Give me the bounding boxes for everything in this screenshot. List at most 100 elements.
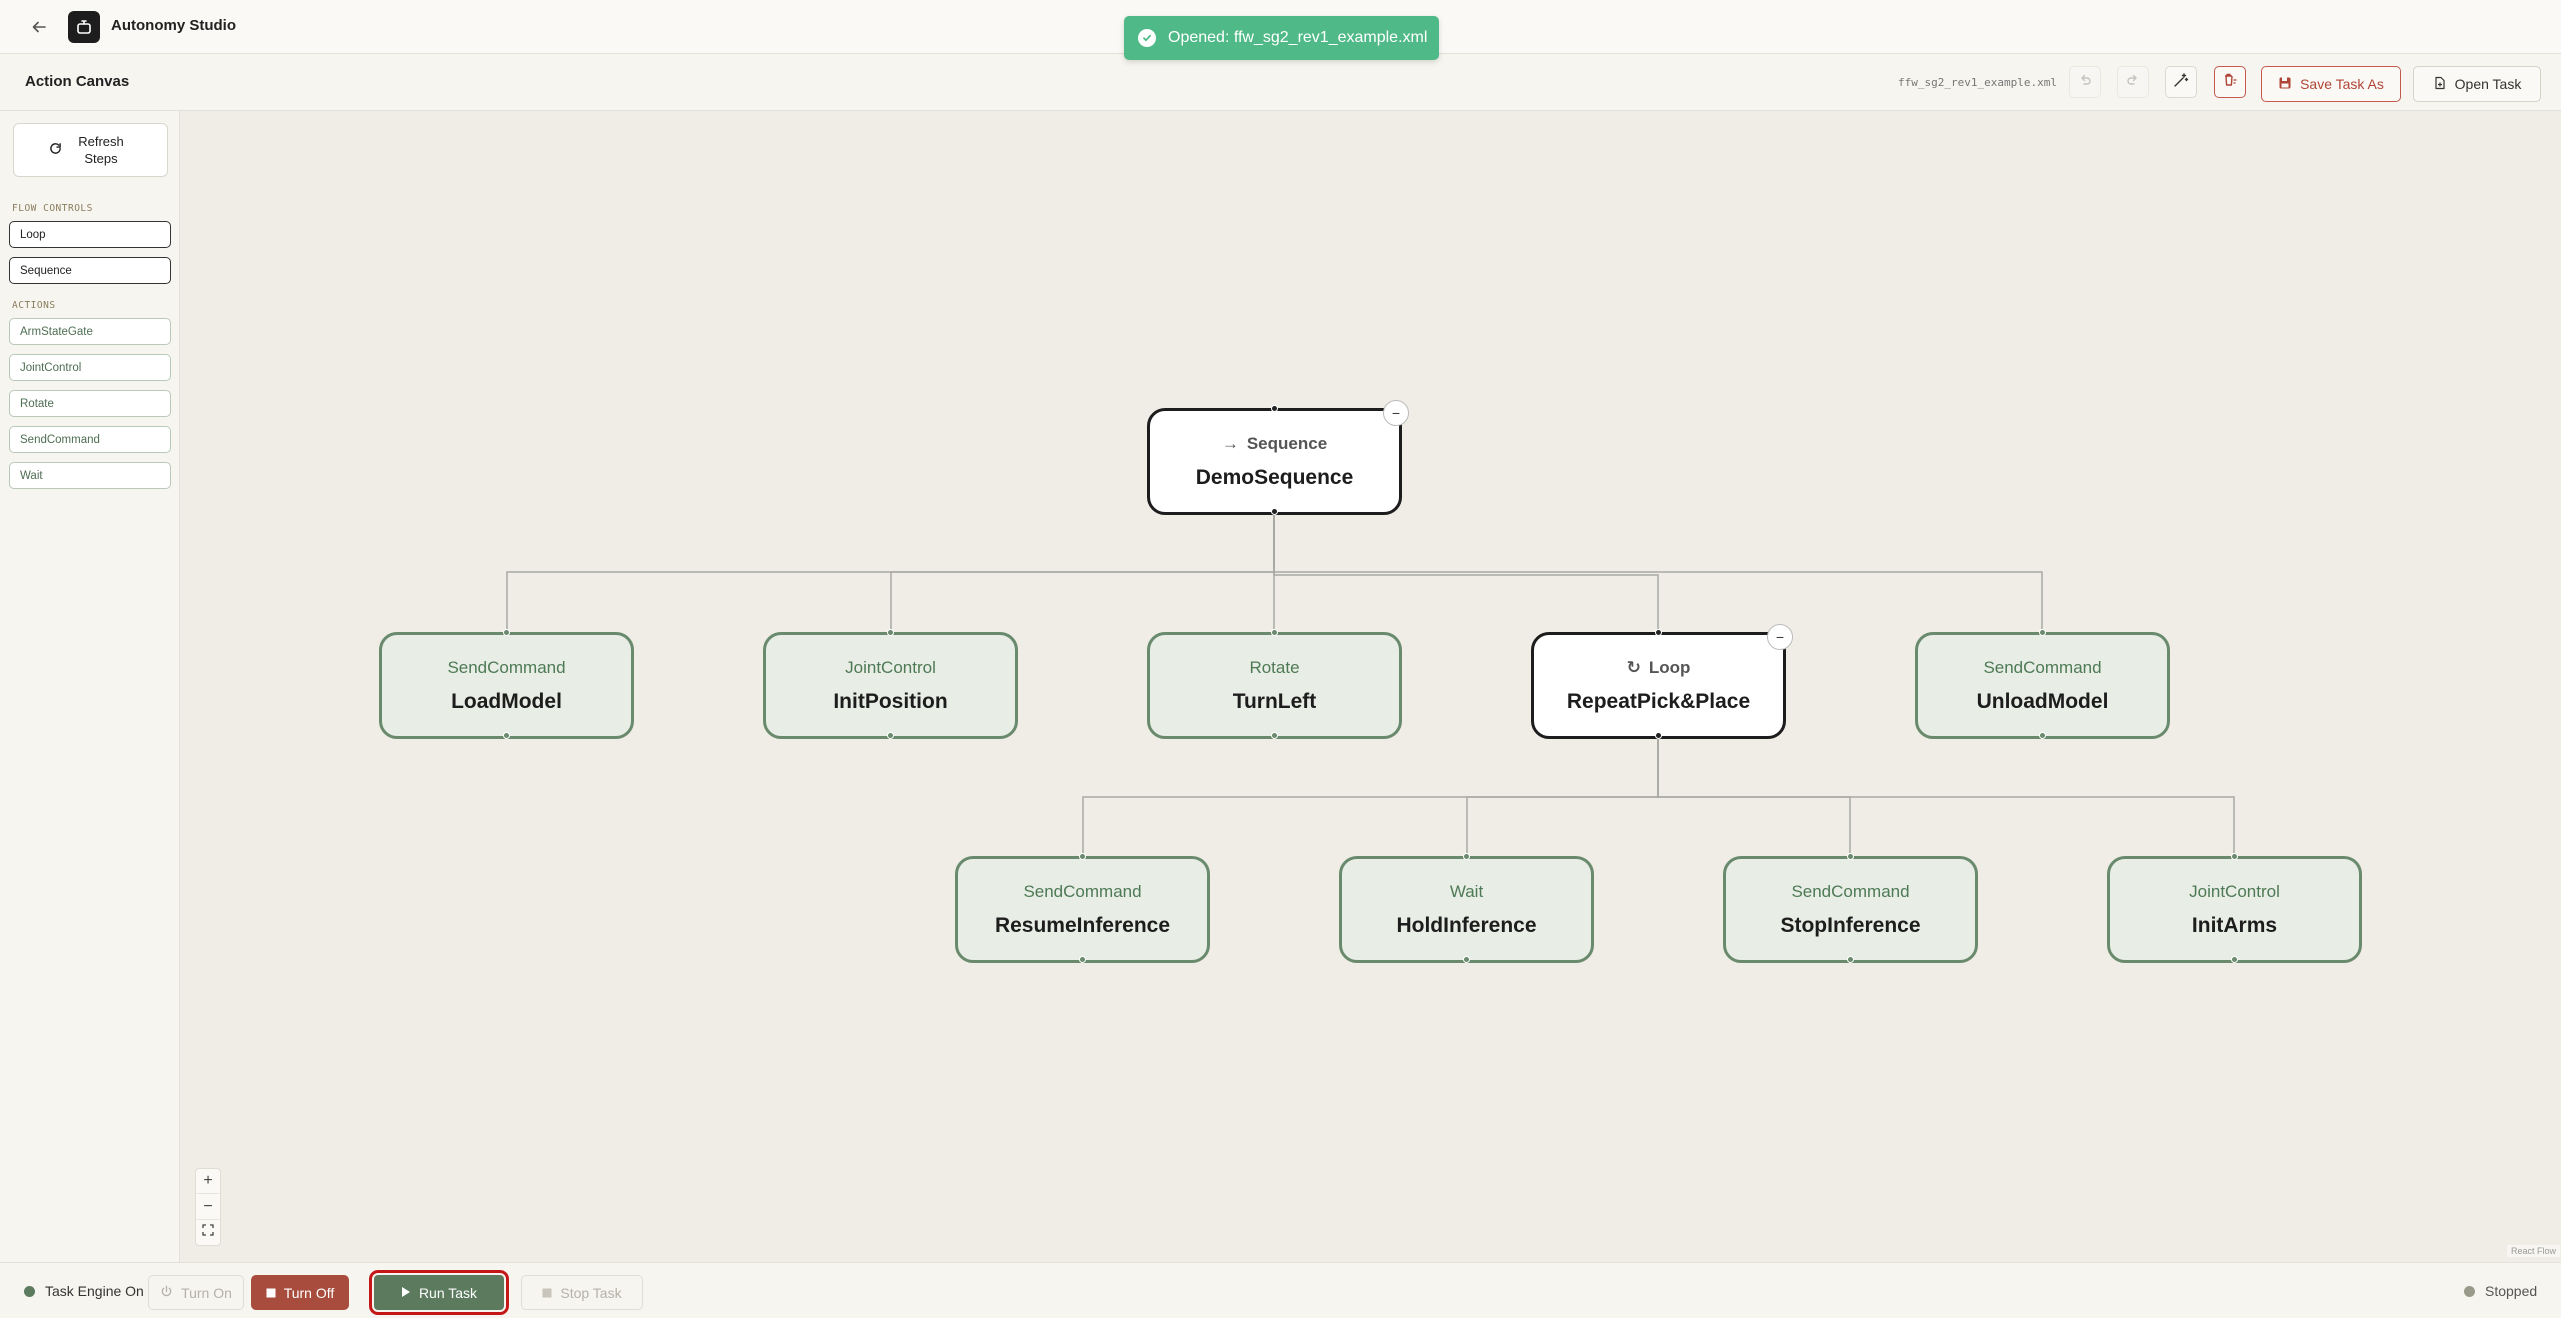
target-handle[interactable] xyxy=(1655,629,1662,636)
palette-item-loop[interactable]: Loop xyxy=(9,221,171,248)
node-name: HoldInference xyxy=(1396,913,1537,937)
target-handle[interactable] xyxy=(1847,853,1854,860)
source-handle[interactable] xyxy=(1271,732,1278,739)
node-type-label: SendCommand xyxy=(1023,881,1142,901)
palette-item-jointcontrol[interactable]: JointControl xyxy=(9,354,171,381)
source-handle[interactable] xyxy=(1847,956,1854,963)
toast-message: Opened: ffw_sg2_rev1_example.xml xyxy=(1168,29,1428,46)
clear-canvas-button[interactable] xyxy=(2214,66,2246,98)
run-task-button[interactable]: Run Task xyxy=(369,1270,509,1315)
node-resumeinference[interactable]: SendCommand ResumeInference xyxy=(955,853,1210,963)
node-turnleft[interactable]: Rotate TurnLeft xyxy=(1147,629,1402,739)
node-name: StopInference xyxy=(1780,913,1921,937)
react-flow-attribution[interactable]: React Flow xyxy=(2507,1245,2561,1257)
app-title: Autonomy Studio xyxy=(111,17,236,34)
node-name: TurnLeft xyxy=(1232,689,1317,713)
target-handle[interactable] xyxy=(1271,405,1278,412)
engine-status-label: Task Engine On xyxy=(45,1283,144,1299)
target-handle[interactable] xyxy=(2039,629,2046,636)
node-type-label: SendCommand xyxy=(447,657,566,677)
refresh-steps-label: Refresh Steps xyxy=(78,134,124,166)
collapse-button[interactable]: − xyxy=(1767,624,1793,650)
redo-icon xyxy=(2126,73,2140,92)
stop-square-icon xyxy=(542,1285,552,1301)
toast-notification: Opened: ffw_sg2_rev1_example.xml xyxy=(1124,16,1439,60)
source-handle[interactable] xyxy=(1463,956,1470,963)
source-handle[interactable] xyxy=(1079,956,1086,963)
zoom-in-button[interactable]: + xyxy=(196,1169,220,1195)
canvas-header: Action Canvas ffw_sg2_rev1_example.xml S… xyxy=(0,54,2561,111)
node-type-label: SendCommand xyxy=(1983,657,2102,677)
target-handle[interactable] xyxy=(1271,629,1278,636)
target-handle[interactable] xyxy=(503,629,510,636)
actions-heading: ACTIONS xyxy=(12,300,56,311)
back-arrow-icon[interactable] xyxy=(28,16,50,38)
node-type-label: Sequence xyxy=(1246,433,1328,453)
node-type-label: SendCommand xyxy=(1791,881,1910,901)
check-circle-icon xyxy=(1138,29,1156,47)
node-stopinference[interactable]: SendCommand StopInference xyxy=(1723,853,1978,963)
run-task-label: Run Task xyxy=(418,1284,478,1301)
arrow-right-icon: → xyxy=(1221,433,1239,453)
palette-item-armstategate[interactable]: ArmStateGate xyxy=(9,318,171,345)
refresh-icon xyxy=(49,142,62,158)
open-task-label: Open Task xyxy=(2454,76,2522,92)
turn-on-label: Turn On xyxy=(181,1284,232,1301)
refresh-steps-button[interactable]: Refresh Steps xyxy=(13,123,168,177)
zoom-controls: + − xyxy=(195,1168,221,1246)
node-name: InitPosition xyxy=(833,689,948,713)
play-icon xyxy=(401,1285,411,1301)
turn-on-button[interactable]: Turn On xyxy=(148,1275,244,1310)
zoom-out-button[interactable]: − xyxy=(196,1194,220,1220)
target-handle[interactable] xyxy=(2231,853,2238,860)
node-demosequence[interactable]: → Sequence DemoSequence − xyxy=(1147,400,1409,515)
robot-logo-icon xyxy=(68,11,100,43)
turn-off-button[interactable]: Turn Off xyxy=(251,1275,349,1310)
node-unloadmodel[interactable]: SendCommand UnloadModel xyxy=(1915,629,2170,739)
save-task-as-label: Save Task As xyxy=(2300,76,2384,92)
source-handle[interactable] xyxy=(503,732,510,739)
target-handle[interactable] xyxy=(1463,853,1470,860)
node-type-loop: ↻ Loop xyxy=(1627,658,1691,678)
target-handle[interactable] xyxy=(1079,853,1086,860)
plus-icon: + xyxy=(203,1172,213,1190)
auto-layout-button[interactable] xyxy=(2165,66,2197,98)
node-initposition[interactable]: JointControl InitPosition xyxy=(763,629,1018,739)
minus-icon: − xyxy=(203,1197,213,1215)
stop-square-icon xyxy=(266,1285,276,1301)
node-holdinference[interactable]: Wait HoldInference xyxy=(1339,853,1594,963)
node-initarms[interactable]: JointControl InitArms xyxy=(2107,853,2362,963)
open-task-button[interactable]: Open Task xyxy=(2413,66,2541,102)
node-repeatpickplace[interactable]: ↻ Loop RepeatPick&Place − xyxy=(1531,624,1793,739)
loop-icon: ↻ xyxy=(1626,657,1641,677)
stop-task-button[interactable]: Stop Task xyxy=(521,1275,643,1310)
palette-item-sendcommand[interactable]: SendCommand xyxy=(9,426,171,453)
trash-icon xyxy=(2222,72,2238,93)
node-name: DemoSequence xyxy=(1195,465,1354,489)
redo-button[interactable] xyxy=(2117,66,2149,98)
node-type-label: Rotate xyxy=(1249,657,1300,677)
save-task-as-button[interactable]: Save Task As xyxy=(2261,66,2401,102)
fit-view-button[interactable] xyxy=(196,1220,220,1245)
source-handle[interactable] xyxy=(1271,508,1278,515)
file-name: ffw_sg2_rev1_example.xml xyxy=(1898,76,2057,89)
minus-icon: − xyxy=(1775,629,1785,645)
source-handle[interactable] xyxy=(2039,732,2046,739)
palette-item-sequence[interactable]: Sequence xyxy=(9,257,171,284)
node-type-label: Loop xyxy=(1648,657,1691,677)
page-title: Action Canvas xyxy=(25,73,130,90)
target-handle[interactable] xyxy=(887,629,894,636)
node-name: LoadModel xyxy=(451,689,562,713)
palette-item-rotate[interactable]: Rotate xyxy=(9,390,171,417)
undo-icon xyxy=(2078,73,2092,92)
node-loadmodel[interactable]: SendCommand LoadModel xyxy=(379,629,634,739)
minus-icon: − xyxy=(1391,405,1401,421)
bottom-control-bar: Task Engine On Turn On Turn Off Run Task… xyxy=(0,1262,2561,1318)
source-handle[interactable] xyxy=(1655,732,1662,739)
turn-off-label: Turn Off xyxy=(283,1284,335,1301)
palette-item-wait[interactable]: Wait xyxy=(9,462,171,489)
collapse-button[interactable]: − xyxy=(1383,400,1409,426)
undo-button[interactable] xyxy=(2069,66,2101,98)
source-handle[interactable] xyxy=(887,732,894,739)
source-handle[interactable] xyxy=(2231,956,2238,963)
